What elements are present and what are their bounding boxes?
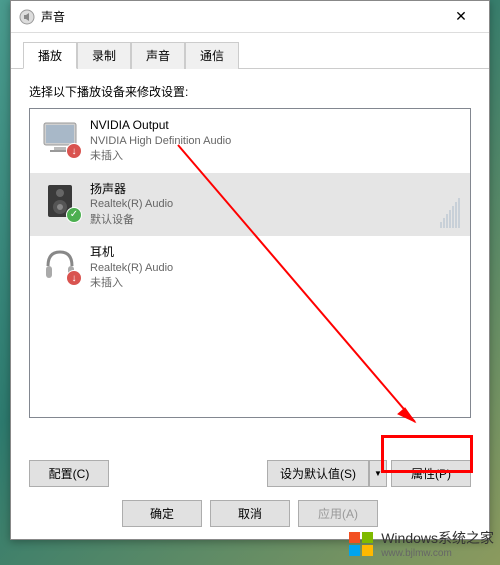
set-default-split: 设为默认值(S) ▼ — [267, 460, 387, 487]
device-driver: Realtek(R) Audio — [90, 261, 460, 276]
device-item-nvidia[interactable]: ↓ NVIDIA Output NVIDIA High Definition A… — [30, 109, 470, 173]
window-title: 声音 — [41, 8, 441, 25]
watermark: Windows系统之家 www.bjlmw.com — [347, 528, 494, 559]
device-status: 未插入 — [90, 149, 460, 164]
device-item-speakers[interactable]: ✓ 扬声器 Realtek(R) Audio 默认设备 — [30, 173, 470, 237]
device-name: 耳机 — [90, 244, 460, 261]
device-driver: Realtek(R) Audio — [90, 197, 434, 212]
device-driver: NVIDIA High Definition Audio — [90, 134, 460, 149]
monitor-icon: ↓ — [40, 117, 80, 157]
windows-logo-icon — [347, 530, 375, 558]
chevron-down-icon[interactable]: ▼ — [369, 460, 387, 487]
instruction-text: 选择以下播放设备来修改设置: — [29, 83, 471, 100]
device-name: 扬声器 — [90, 181, 434, 198]
watermark-brand: Windows — [381, 530, 438, 546]
set-default-button[interactable]: 设为默认值(S) — [267, 460, 369, 487]
device-text: 耳机 Realtek(R) Audio 未插入 — [90, 244, 460, 292]
apply-button[interactable]: 应用(A) — [298, 500, 378, 527]
watermark-url: www.bjlmw.com — [381, 548, 494, 559]
tab-playback[interactable]: 播放 — [23, 42, 77, 69]
properties-button[interactable]: 属性(P) — [391, 460, 471, 487]
device-status: 默认设备 — [90, 213, 434, 228]
action-row: 配置(C) 设为默认值(S) ▼ 属性(P) — [29, 460, 471, 487]
tab-communications[interactable]: 通信 — [185, 42, 239, 69]
unplugged-badge-icon: ↓ — [66, 143, 82, 159]
headphones-icon: ↓ — [40, 244, 80, 284]
tabstrip: 播放 录制 声音 通信 — [11, 33, 489, 69]
watermark-text: Windows系统之家 www.bjlmw.com — [381, 528, 494, 559]
volume-level-icon — [440, 181, 460, 229]
tab-sounds[interactable]: 声音 — [131, 42, 185, 69]
device-list[interactable]: ↓ NVIDIA Output NVIDIA High Definition A… — [29, 108, 471, 418]
device-text: 扬声器 Realtek(R) Audio 默认设备 — [90, 181, 434, 229]
tab-content: 选择以下播放设备来修改设置: ↓ NVIDIA Output NVIDIA Hi… — [11, 69, 489, 497]
device-item-headphones[interactable]: ↓ 耳机 Realtek(R) Audio 未插入 — [30, 236, 470, 300]
speaker-icon: ✓ — [40, 181, 80, 221]
device-status: 未插入 — [90, 276, 460, 291]
sound-dialog: 声音 ✕ 播放 录制 声音 通信 选择以下播放设备来修改设置: ↓ NVIDIA… — [10, 0, 490, 540]
device-name: NVIDIA Output — [90, 117, 460, 134]
ok-button[interactable]: 确定 — [122, 500, 202, 527]
cancel-button[interactable]: 取消 — [210, 500, 290, 527]
titlebar: 声音 ✕ — [11, 1, 489, 33]
device-text: NVIDIA Output NVIDIA High Definition Aud… — [90, 117, 460, 165]
tab-recording[interactable]: 录制 — [77, 42, 131, 69]
default-badge-icon: ✓ — [66, 207, 82, 223]
configure-button[interactable]: 配置(C) — [29, 460, 109, 487]
close-button[interactable]: ✕ — [441, 3, 481, 31]
watermark-suffix: 系统之家 — [438, 530, 494, 546]
dialog-footer: 确定 取消 应用(A) — [11, 500, 489, 527]
sound-icon — [19, 9, 35, 25]
